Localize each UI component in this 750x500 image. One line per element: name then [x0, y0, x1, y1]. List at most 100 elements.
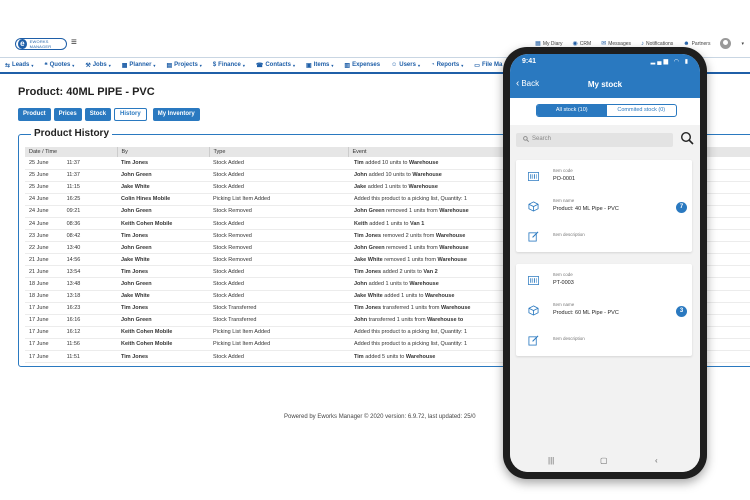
nav-item-label: Expenses [352, 62, 381, 68]
footer-text: Powered by Eworks Manager © 2020 version… [284, 414, 476, 420]
recent-apps-icon[interactable]: ||| [548, 456, 554, 465]
tab-prices[interactable]: Prices [53, 108, 82, 121]
search-button-icon[interactable] [680, 131, 694, 145]
util-my-diary[interactable]: ▦ My Diary [535, 40, 562, 48]
avatar-dropdown-icon[interactable]: ▾ [741, 41, 744, 47]
search-icon [523, 136, 529, 142]
back-nav-icon[interactable]: ‹ [655, 456, 658, 465]
event-action: removed 2 units from [381, 232, 436, 239]
segment-all-stock[interactable]: All stock (10) [537, 105, 607, 116]
cell-by: Tim Jones [117, 229, 209, 243]
cell-by: Colin Hines Mobile [117, 193, 209, 206]
event-actor: Tim Jones [354, 268, 382, 275]
cell-time: 08:42 [66, 232, 81, 239]
cell-date-time: 21 June 13:54 [25, 265, 117, 279]
nav-item-contacts[interactable]: ☎ Contacts ▾ [256, 62, 295, 69]
nav-item-label: Projects [174, 62, 198, 68]
stock-card[interactable]: Item code PT-0003 Item name Product: 60 … [516, 264, 692, 356]
nav-item-reports[interactable]: ◔ Reports ▾ [431, 62, 463, 68]
nav-item-quotes[interactable]: ❝ Quotes ▾ [44, 62, 74, 69]
segment-area: All stock (10) Commited stock (0) [510, 98, 700, 125]
nav-item-label: Leads [12, 62, 30, 68]
hamburger-menu-icon[interactable]: ≡ [71, 37, 77, 48]
event-actor: Jake White [354, 256, 383, 263]
event-action: added 1 units to [382, 293, 425, 300]
util-label: Partners [691, 40, 711, 47]
tab-stock[interactable]: Stock [84, 108, 112, 121]
chevron-down-icon: ▾ [461, 62, 464, 68]
col-date-time[interactable]: Date / Time [25, 147, 118, 157]
segment-commited-stock[interactable]: Commited stock (0) [607, 105, 677, 116]
util-messages[interactable]: ✉ Messages [601, 40, 631, 48]
cell-type: Stock Removed [209, 241, 348, 255]
chevron-down-icon: ▾ [199, 62, 202, 68]
history-title: Product History [31, 128, 113, 139]
nav-item-file-ma[interactable]: ▭ File Ma [474, 62, 502, 69]
col-by[interactable]: By [117, 147, 210, 157]
box-icon [528, 201, 539, 212]
nav-item-leads[interactable]: ⇆ Leads ▾ [5, 62, 33, 69]
cell-by: Tim Jones [117, 265, 209, 279]
search-placeholder-wrap: Search [523, 136, 551, 142]
cell-date-time: 24 June 08:36 [25, 217, 117, 231]
tab-history[interactable]: History [114, 108, 147, 121]
event-location: Warehouse [439, 208, 469, 215]
my-inventory-button[interactable]: My Inventory [152, 108, 200, 121]
nav-item-projects[interactable]: ▤ Projects ▾ [166, 62, 201, 69]
eworks-logo[interactable]: e EWORKS MANAGER [15, 38, 67, 50]
util-crm[interactable]: ◉ CRM [573, 40, 592, 48]
cell-type: Stock Removed [209, 253, 348, 267]
cell-by: John Green [117, 277, 209, 291]
user-avatar[interactable] [720, 38, 732, 49]
home-icon[interactable]: ▢ [600, 456, 608, 465]
cell-date: 24 June [29, 196, 49, 203]
event-location: Van 1 [409, 220, 425, 227]
cell-date: 17 June [29, 317, 49, 324]
cell-time: 16:12 [66, 329, 81, 336]
jobs-icon: ⚒ [85, 62, 91, 69]
cell-type: Stock Transferred [209, 314, 348, 327]
nav-item-expenses[interactable]: ▥ Expenses [344, 62, 380, 69]
event-location: Warehouse [408, 159, 439, 166]
stock-card[interactable]: Item code PO-0001 Item name Product: 40 … [516, 160, 692, 252]
edit-icon [528, 335, 539, 346]
stock-segmented-control: All stock (10) Commited stock (0) [536, 104, 677, 117]
cell-type: Stock Added [209, 277, 348, 291]
nav-item-label: Planner [129, 62, 152, 68]
event-actor: Keith [354, 220, 368, 227]
nav-item-finance[interactable]: $ Finance ▾ [213, 62, 245, 68]
cell-date-time: 22 June 13:40 [25, 241, 117, 255]
event-action: removed 1 units from [384, 244, 440, 251]
nav-item-planner[interactable]: ▦ Planner ▾ [122, 62, 156, 69]
cell-type: Stock Added [209, 157, 348, 170]
event-action: added 1 units to [367, 220, 410, 227]
util-notifications[interactable]: ♪ Notifications [641, 41, 673, 47]
cell-time: 11:51 [66, 353, 80, 360]
cell-type: Picking List Item Added [209, 193, 348, 206]
cell-time: 13:40 [66, 244, 81, 251]
event-action: transferred 1 units from [381, 305, 442, 312]
nav-item-label: Quotes [49, 62, 71, 68]
event-actor: John [354, 172, 368, 179]
nav-item-items[interactable]: ▣ Items ▾ [306, 62, 333, 69]
cell-date: 17 June [29, 353, 49, 360]
nav-item-jobs[interactable]: ⚒ Jobs ▾ [85, 62, 110, 69]
cell-type: Stock Added [209, 290, 348, 303]
item-name-value: Product: 60 ML Pipe - PVC [553, 310, 619, 316]
cell-date: 24 June [29, 208, 49, 215]
cell-time: 13:48 [66, 280, 81, 287]
chevron-down-icon: ▾ [31, 62, 34, 68]
cell-date: 17 June [29, 329, 49, 336]
item-code-value: PT-0003 [553, 280, 574, 286]
search-input[interactable]: Search [516, 133, 673, 147]
event-actor: Jake White [354, 293, 383, 300]
nav-item-users[interactable]: ☺ Users ▾ [391, 62, 420, 68]
cell-time: 13:54 [66, 268, 81, 275]
item-code-label: Item code [553, 168, 573, 173]
col-type[interactable]: Type [209, 147, 349, 157]
tab-product[interactable]: Product [18, 108, 51, 121]
event-location: Van 2 [423, 268, 438, 275]
cell-time: 11:37 [66, 159, 80, 166]
event-text: Added this product to a picking list, Qu… [354, 329, 468, 336]
util-partners[interactable]: ☻ Partners [683, 41, 710, 47]
